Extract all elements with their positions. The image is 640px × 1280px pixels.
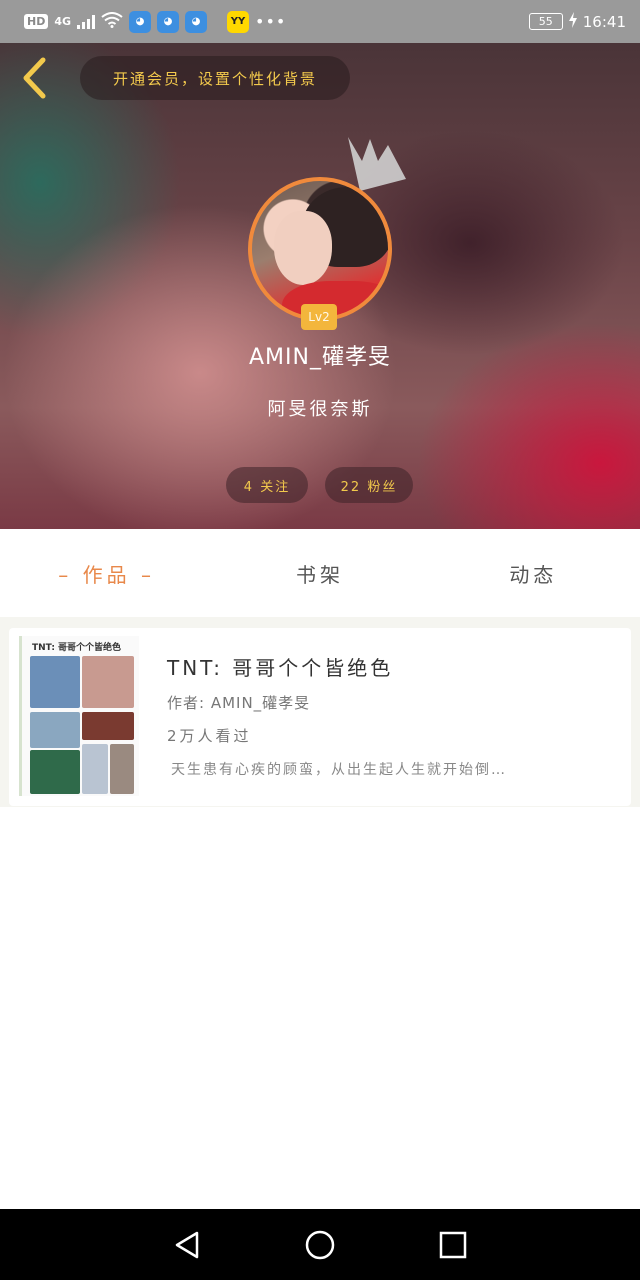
profile-tabs: – 作品 – 书架 动态 xyxy=(0,529,640,617)
work-views: 2万人看过 xyxy=(167,727,252,745)
charging-icon xyxy=(568,11,577,32)
square-recents-icon xyxy=(440,1231,467,1258)
tab-bookshelf[interactable]: 书架 xyxy=(213,559,426,588)
fans-count-button[interactable]: 22 粉丝 xyxy=(325,467,413,503)
qq-notification-icon: ◕ xyxy=(157,10,180,33)
more-notifications-icon: ••• xyxy=(255,12,287,31)
nav-recents-button[interactable] xyxy=(433,1225,473,1265)
work-author: 作者: AMIN_礶孝旻 xyxy=(167,694,311,712)
tab-works[interactable]: – 作品 – xyxy=(0,559,213,588)
work-description: 天生患有心疾的顾蛮，从出生起人生就开始倒… xyxy=(171,762,507,778)
hd-icon: HD xyxy=(24,14,49,29)
work-card[interactable]: TNT: 哥哥个个皆绝色 TNT: 哥哥个个皆绝色 作者: AMIN_礶孝旻 2… xyxy=(9,628,631,806)
nav-back-button[interactable] xyxy=(167,1225,207,1265)
profile-header: 开通会员，设置个性化背景 Lv2 AMIN_礶孝旻 阿旻很奈斯 4 关注 22 … xyxy=(0,43,640,529)
vip-background-prompt[interactable]: 开通会员，设置个性化背景 xyxy=(80,56,350,100)
cover-title: TNT: 哥哥个个皆绝色 xyxy=(32,643,122,653)
work-title: TNT: 哥哥个个皆绝色 xyxy=(167,656,394,680)
nav-home-button[interactable] xyxy=(300,1225,340,1265)
clock: 16:41 xyxy=(582,12,626,31)
avatar[interactable] xyxy=(248,177,392,321)
circle-home-icon xyxy=(305,1230,335,1259)
battery-icon: 55 xyxy=(528,13,563,30)
wifi-icon xyxy=(101,11,123,32)
network-type: 4G xyxy=(54,15,72,28)
book-cover: TNT: 哥哥个个皆绝色 xyxy=(19,636,139,796)
level-badge: Lv2 xyxy=(301,304,337,330)
tab-activity[interactable]: 动态 xyxy=(427,559,640,588)
qq-notification-icon: ◕ xyxy=(129,10,152,33)
back-button[interactable] xyxy=(14,55,54,101)
yy-app-icon: YY xyxy=(227,10,250,33)
works-list: TNT: 哥哥个个皆绝色 TNT: 哥哥个个皆绝色 作者: AMIN_礶孝旻 2… xyxy=(0,617,640,807)
triangle-back-icon xyxy=(175,1231,198,1258)
status-bar: HD 4G ◕ ◕ ◕ YY ••• 55 16:41 xyxy=(0,0,640,43)
chevron-left-icon xyxy=(23,57,46,99)
system-nav-bar xyxy=(0,1209,640,1280)
following-count-button[interactable]: 4 关注 xyxy=(226,467,308,503)
qq-notification-icon: ◕ xyxy=(185,10,208,33)
signal-icon xyxy=(77,14,96,29)
signature: 阿旻很奈斯 xyxy=(267,399,373,420)
username: AMIN_礶孝旻 xyxy=(249,345,391,370)
